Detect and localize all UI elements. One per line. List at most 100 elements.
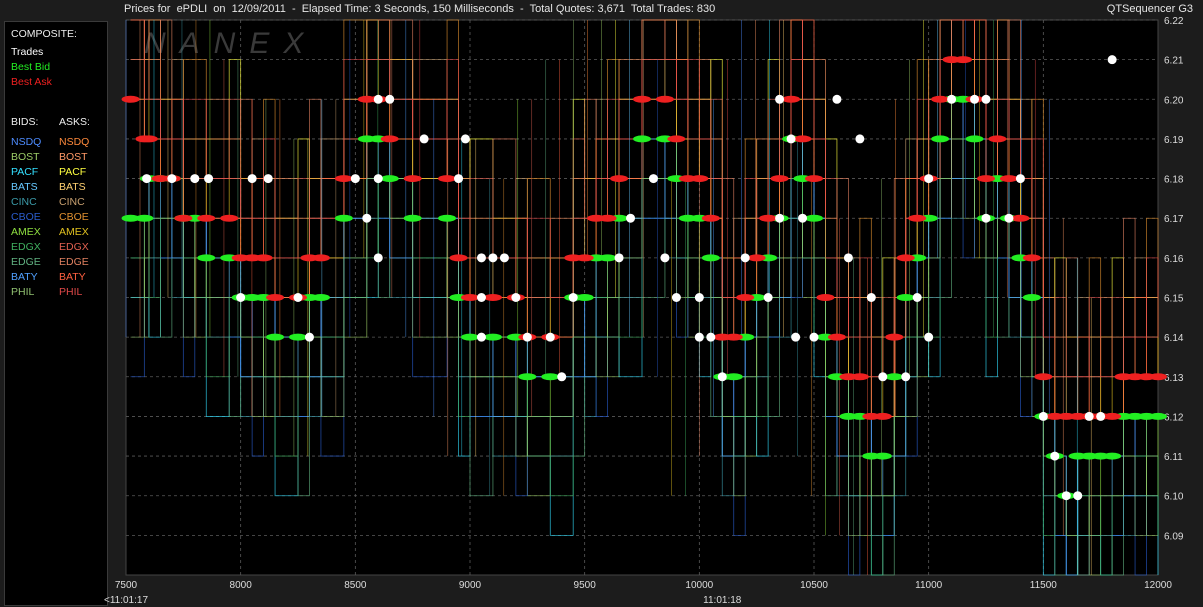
marker-best-ask [483,294,502,301]
marker-best-bid [135,214,154,222]
marker-best-ask [254,254,273,262]
trade-point [488,253,498,263]
marker-best-ask [1149,373,1167,381]
trade-point [373,253,383,263]
marker-best-ask [266,294,285,301]
trade-point [1015,174,1025,184]
trade-point [419,134,429,144]
trade-point [190,174,200,184]
trade-point [791,332,801,342]
x-tick-label: 9500 [574,580,597,591]
y-tick-label: 6.19 [1164,135,1184,146]
marker-best-bid [403,214,422,222]
x-tick-label: 9000 [459,580,482,591]
trade-point [204,174,214,184]
marker-best-ask [139,135,158,143]
y-tick-label: 6.20 [1164,95,1184,106]
trade-point [385,94,395,104]
trade-point [304,332,314,342]
trade-point [476,253,486,263]
marker-best-ask [999,175,1018,183]
marker-best-bid [311,294,330,301]
marker-best-ask [174,214,193,222]
marker-best-ask [931,95,950,103]
trade-point [373,94,383,104]
trade-point [626,213,636,223]
trade-point [1038,411,1048,421]
marker-best-bid [1103,452,1122,460]
marker-best-ask [816,294,835,301]
watermark: NANEX [144,27,317,60]
y-tick-label: 6.13 [1164,373,1184,384]
marker-best-ask [896,254,915,262]
y-tick-label: 6.11 [1164,452,1183,463]
trade-point [499,253,509,263]
trade-point [476,293,486,302]
marker-best-ask [1011,214,1030,222]
marker-best-bid [1022,294,1041,301]
trade-point [1107,55,1117,65]
marker-best-ask [461,294,479,301]
marker-best-ask [1034,373,1053,381]
trade-point [167,174,177,184]
marker-best-ask [334,175,353,183]
x-tick-label: 12000 [1144,580,1172,591]
trade-point [832,94,842,104]
marker-best-bid [805,214,823,222]
marker-best-ask [782,95,801,103]
time-label: 11:01:18 [703,595,742,606]
y-tick-label: 6.22 [1164,16,1184,27]
marker-best-bid [873,452,892,460]
marker-best-ask [403,175,422,183]
marker-best-ask [667,135,686,143]
x-tick-label: 11500 [1030,580,1058,591]
y-tick-label: 6.21 [1164,56,1184,67]
marker-best-bid [633,135,651,143]
trade-point [740,253,750,263]
trade-point [557,372,567,382]
y-tick-label: 6.14 [1164,333,1184,344]
marker-best-bid [896,294,915,301]
trade-point [1004,213,1014,223]
trade-point [263,174,273,184]
marker-best-bid [380,175,399,183]
marker-best-ask [438,175,457,183]
marker-best-bid [1149,412,1167,420]
trade-point [901,372,911,382]
marker-best-bid [598,254,617,262]
trade-point [460,134,470,144]
marker-best-ask [380,135,399,143]
trade-point [775,213,785,223]
trade-point [1084,411,1094,421]
marker-best-ask [197,214,216,222]
trade-point [454,174,464,184]
marker-best-bid [334,214,353,222]
x-tick-label: 10000 [685,580,713,591]
x-tick-label: 8000 [230,580,253,591]
trade-point [775,94,785,104]
marker-best-ask [759,214,778,222]
marker-best-ask [988,135,1007,143]
marker-best-ask [827,333,846,341]
trade-point [568,293,578,302]
marker-best-ask [954,56,973,64]
marker-best-bid [197,254,216,262]
trade-point [1061,491,1071,501]
trade-point [924,332,934,342]
trade-point [373,174,383,184]
trade-point [981,213,991,223]
trade-point [1073,491,1083,501]
marker-best-ask [598,214,617,222]
trade-point [843,253,853,263]
trade-point [142,174,152,184]
marker-best-ask [736,294,755,301]
trade-point [981,94,991,104]
marker-best-ask [655,95,674,103]
marker-best-bid [724,373,743,381]
trade-point [717,372,727,382]
marker-best-ask [908,214,927,222]
marker-best-ask [121,95,140,103]
marker-best-bid [965,135,984,143]
marker-best-ask [977,175,995,183]
trade-point [648,174,658,184]
